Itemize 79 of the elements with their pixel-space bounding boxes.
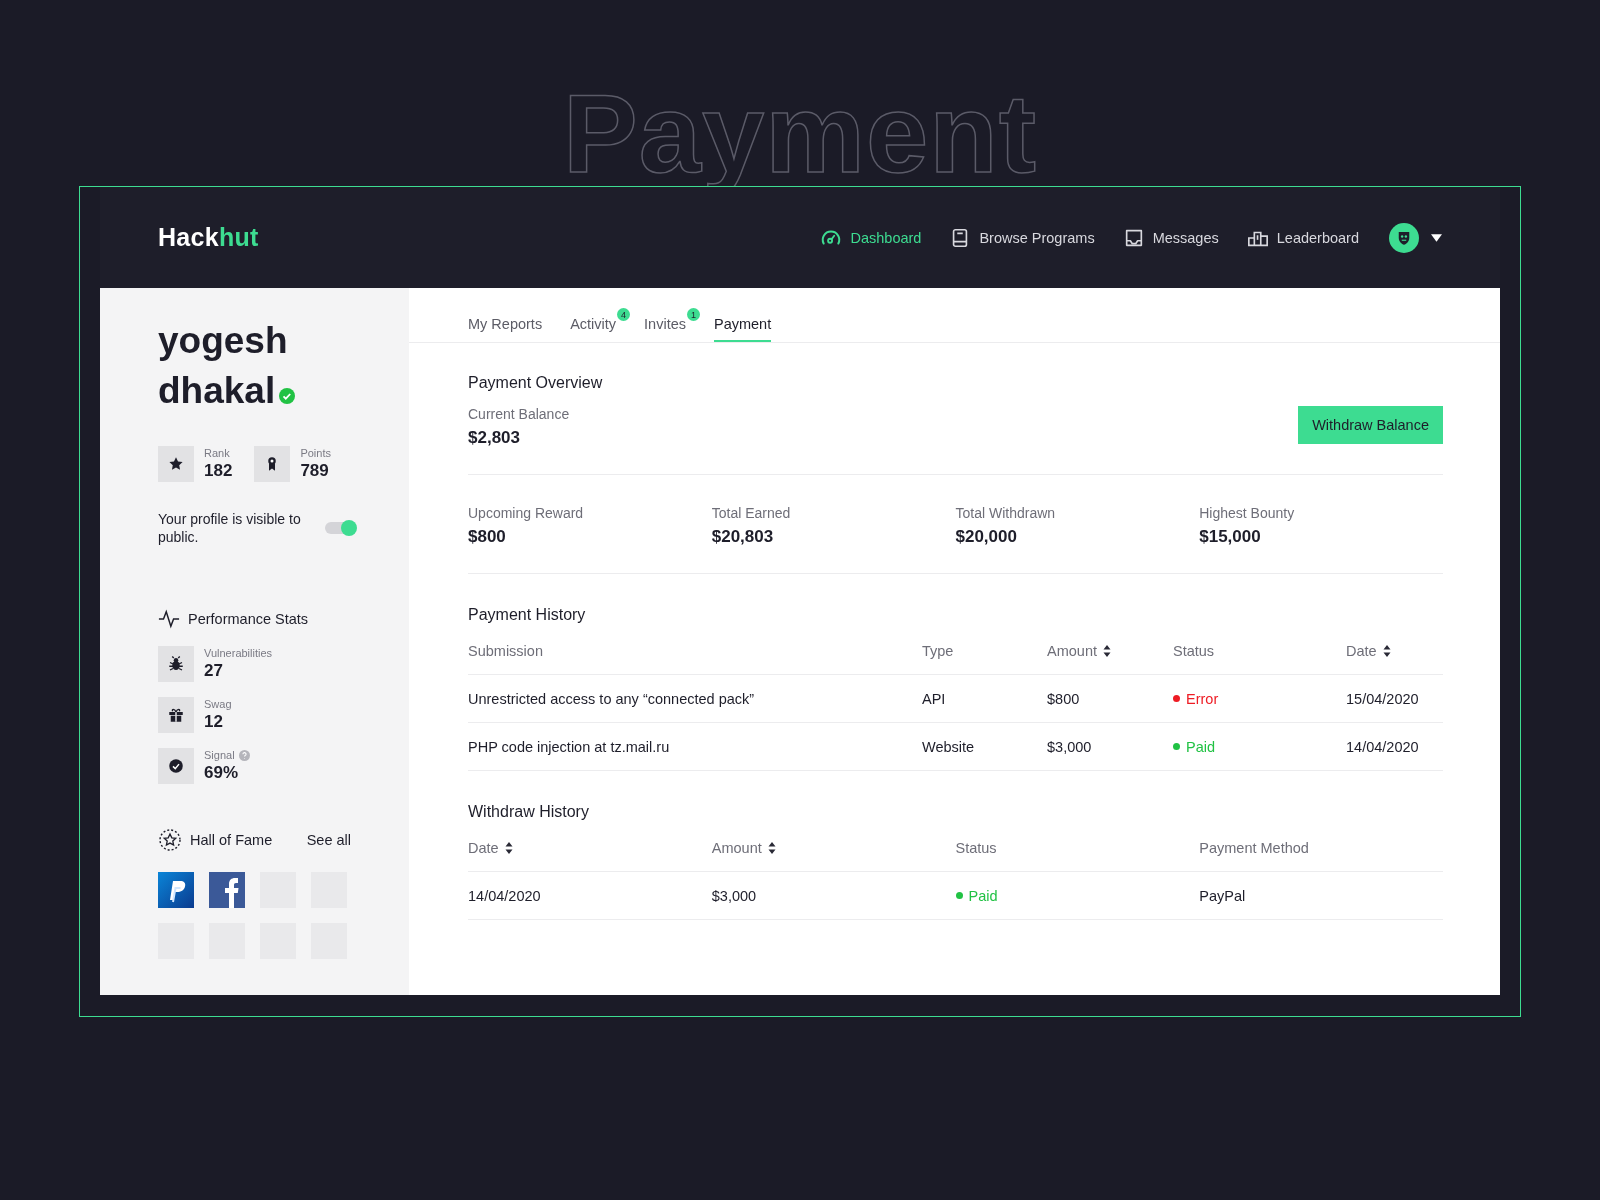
table-cell: API xyxy=(922,690,946,707)
status-text: Error xyxy=(1186,690,1219,707)
section-heading: Payment Overview xyxy=(468,374,604,392)
metric-label: Total Earned xyxy=(711,505,792,521)
tab[interactable]: My Reports xyxy=(468,316,543,342)
avatar[interactable] xyxy=(1389,222,1419,253)
metric-value: $20,803 xyxy=(711,527,775,547)
table-cell: $800 xyxy=(1047,690,1080,707)
column-header: Status xyxy=(1173,643,1215,659)
stat-label: Rank xyxy=(204,447,231,459)
stat-value: 789 xyxy=(300,461,330,481)
count-badge: 1 xyxy=(687,308,700,321)
metric-label: Upcoming Reward xyxy=(468,505,585,521)
tab[interactable]: Activity xyxy=(570,316,617,342)
brand-logo[interactable]: Hackhut xyxy=(158,223,259,252)
column-header: Type xyxy=(922,643,954,659)
nav-link[interactable]: Messages xyxy=(1122,226,1219,249)
sort-icon xyxy=(767,842,776,854)
metric-value: $20,000 xyxy=(955,527,1018,547)
facebook-logo[interactable] xyxy=(209,872,245,908)
tab[interactable]: Payment xyxy=(714,316,772,342)
visibility-toggle[interactable] xyxy=(325,522,355,534)
stat-label: Points xyxy=(300,447,331,459)
nav-link[interactable]: Browse Programs xyxy=(949,226,1095,249)
column-header[interactable]: Date xyxy=(468,840,499,856)
section-heading: Hall of Fame xyxy=(190,832,273,848)
backdrop-title: Payment xyxy=(563,78,1037,190)
column-header[interactable]: Amount xyxy=(1047,643,1097,659)
section-heading: Performance Stats xyxy=(188,611,309,627)
stat-value: 182 xyxy=(204,461,233,481)
withdraw-balance-button[interactable]: Withdraw Balance xyxy=(1298,406,1443,444)
gift-icon xyxy=(167,706,185,724)
column-header[interactable]: Date xyxy=(1346,643,1377,659)
stat-label: Swag xyxy=(204,698,232,710)
status-text: Paid xyxy=(1186,738,1216,755)
sort-icon xyxy=(504,842,513,854)
table-cell: 14/04/2020 xyxy=(1346,738,1419,755)
bug-icon xyxy=(167,655,185,673)
section-heading: Payment History xyxy=(468,606,587,624)
table-cell: PHP code injection at tz.mail.ru xyxy=(468,738,670,755)
table-cell: 14/04/2020 xyxy=(468,887,541,904)
column-header[interactable]: Amount xyxy=(711,840,762,856)
see-all-link[interactable]: See all xyxy=(306,832,351,848)
nav-link[interactable]: Leaderboard xyxy=(1246,226,1359,249)
balance-value: $2,803 xyxy=(468,428,521,448)
column-header: Status xyxy=(955,840,997,856)
stat-label: Vulnerabilities xyxy=(204,647,273,659)
metric-label: Total Withdrawn xyxy=(955,505,1057,521)
tab[interactable]: Invites xyxy=(644,316,686,342)
table-cell: 15/04/2020 xyxy=(1346,690,1419,707)
section-heading: Withdraw History xyxy=(468,803,590,821)
caret-icon[interactable] xyxy=(1431,233,1442,242)
metric-label: Highest Bounty xyxy=(1199,505,1296,521)
check-circle-icon xyxy=(167,757,185,775)
stat-value: 69% xyxy=(204,763,240,783)
stat-value: 12 xyxy=(204,712,224,732)
table-cell: PayPal xyxy=(1199,887,1246,904)
sort-icon xyxy=(1103,645,1111,657)
count-badge: 4 xyxy=(617,308,631,321)
metric-value: $15,000 xyxy=(1199,527,1262,547)
stat-value: 27 xyxy=(204,661,224,681)
column-header: Payment Method xyxy=(1199,840,1309,856)
visibility-text: Your profile is visible to public. xyxy=(158,510,302,546)
status-text: Paid xyxy=(968,887,998,904)
help-icon xyxy=(238,749,250,761)
metric-value: $800 xyxy=(468,527,507,547)
table-cell: $3,000 xyxy=(1047,738,1092,755)
balance-label: Current Balance xyxy=(468,406,570,422)
sort-icon xyxy=(1382,645,1391,657)
table-cell: Website xyxy=(922,738,975,755)
paypal-logo[interactable] xyxy=(158,872,194,908)
table-cell: Unrestricted access to any “connected pack” xyxy=(468,690,755,707)
laurel-icon xyxy=(158,828,182,852)
table-cell: $3,000 xyxy=(711,887,757,904)
nav-link[interactable]: Dashboard xyxy=(820,226,922,249)
column-header: Submission xyxy=(468,643,543,659)
pulse-icon xyxy=(158,608,180,630)
profile-name: yogesh dhakal xyxy=(158,316,338,416)
stat-label: Signal xyxy=(204,749,235,761)
